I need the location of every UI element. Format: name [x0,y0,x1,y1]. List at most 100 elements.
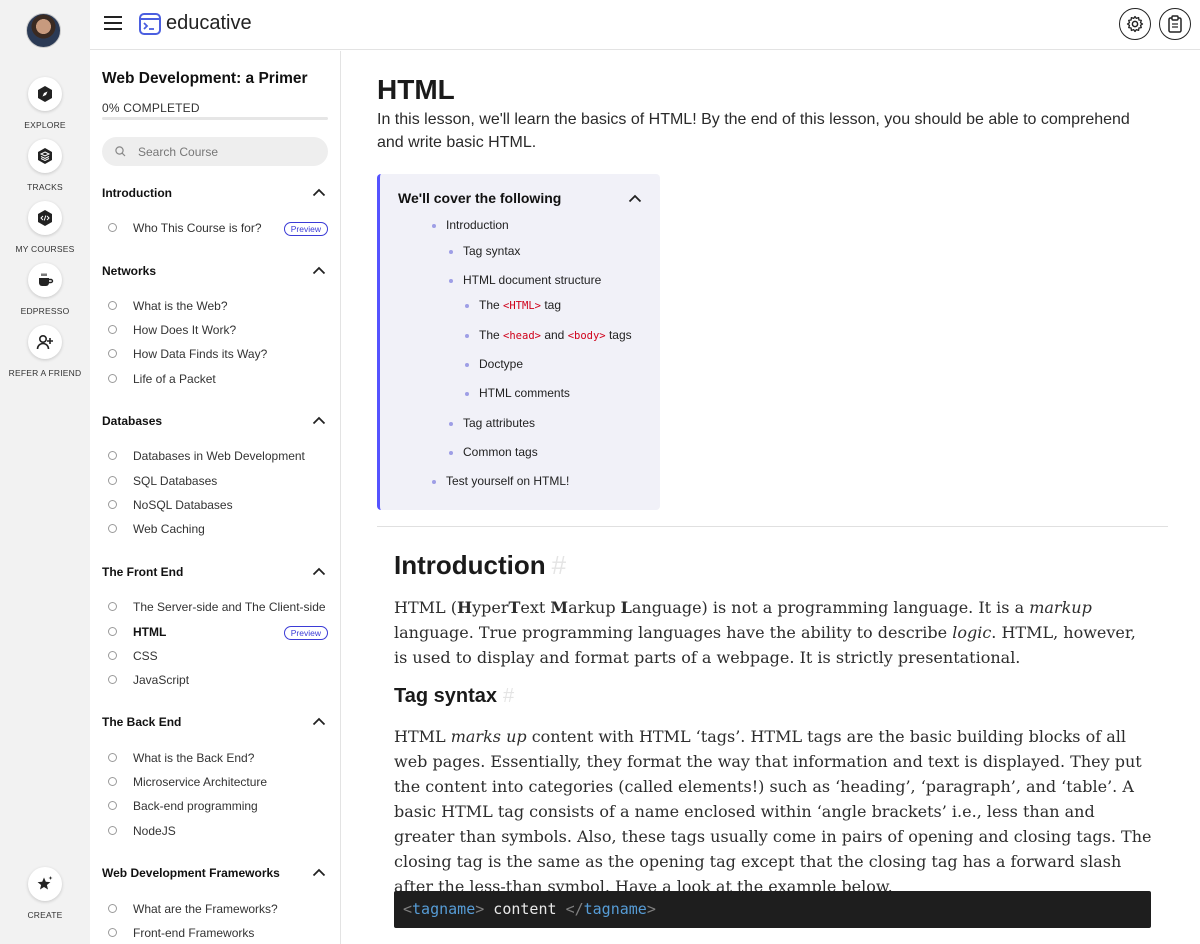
toc-link[interactable]: Tag attributes [448,416,535,430]
toc-link[interactable]: HTML comments [465,386,570,400]
section-title: Web Development Frameworks [102,866,280,880]
lesson-item[interactable]: JavaScript [102,670,328,690]
lesson-status-icon [108,627,117,636]
heading-text: Tag syntax [394,685,497,707]
lesson-item[interactable]: NodeJS [102,821,328,841]
lesson-item[interactable]: Web Caching [102,519,328,539]
search-box[interactable] [102,137,328,166]
text-run: H [456,598,473,617]
preview-badge: Preview [283,222,328,236]
toc-text: and [544,328,565,342]
toc-link[interactable]: The <HTML> tag [465,298,561,312]
rail-item-my-courses[interactable]: MY COURSES [0,201,90,254]
lesson-item[interactable]: Back-end programming [102,796,328,816]
lesson-item[interactable]: What is the Web? [102,296,328,316]
toc-link[interactable]: Doctype [464,357,523,371]
lesson-status-icon [108,325,117,334]
avatar[interactable] [26,13,61,48]
section-introduction[interactable]: Introduction [102,183,328,203]
lesson-label: Who This Course is for? [133,221,262,235]
lesson-status-icon [108,675,117,684]
section-back-end[interactable]: The Back End [102,712,328,732]
text-run: HTML ( [394,598,457,617]
lesson-item[interactable]: What is the Back End? [102,748,328,768]
notes-button[interactable] [1159,8,1191,40]
lesson-item[interactable]: How Data Finds its Way? [102,344,328,364]
lesson-status-icon [108,602,117,611]
lesson-item[interactable]: NoSQL Databases [102,495,328,515]
lesson-label: Front-end Frameworks [133,926,255,940]
chevron-up-icon[interactable] [312,266,326,275]
lesson-item[interactable]: Databases in Web Development [102,446,328,466]
chevron-up-icon[interactable] [312,188,326,197]
rail-item-edpresso[interactable]: EDPRESSO [0,263,90,316]
rail-label: EDPRESSO [20,306,70,316]
section-title: Introduction [102,186,172,200]
lesson-item[interactable]: SQL Databases [102,471,328,491]
layers-icon[interactable] [28,139,62,173]
section-title: Networks [102,264,157,278]
lesson-item[interactable]: CSS [102,646,328,666]
lesson-item[interactable]: Life of a Packet [102,369,328,389]
toc-link[interactable]: Common tags [449,445,538,459]
section-frameworks[interactable]: Web Development Frameworks [102,863,328,883]
lesson-status-icon [108,753,117,762]
lesson-item[interactable]: The Server-side and The Client-side [102,597,328,617]
toc-text: tags [608,328,632,342]
chevron-up-icon[interactable] [312,717,326,726]
rail-item-refer-a-friend[interactable]: REFER A FRIEND [0,325,90,378]
code-block[interactable]: <tagname> content </tagname> [394,891,1151,928]
star-icon[interactable] [28,867,62,901]
lesson-item[interactable]: How Does It Work? [102,320,328,340]
menu-icon[interactable] [104,16,122,30]
rail-label: TRACKS [27,182,63,192]
settings-button[interactable] [1119,8,1151,40]
lesson-label: Web Caching [133,522,205,536]
lesson-item-active[interactable]: HTML Preview [102,622,328,642]
rail-item-explore[interactable]: EXPLORE [0,77,90,130]
anchor-link[interactable]: # [503,685,514,707]
lesson-label: How Does It Work? [133,323,237,337]
rail-item-create[interactable]: CREATE [0,867,90,920]
section-networks[interactable]: Networks [102,261,328,281]
lesson-item[interactable]: What are the Frameworks? [102,899,328,919]
toc-link[interactable]: HTML document structure [448,273,601,287]
course-title[interactable]: Web Development: a Primer [102,70,308,88]
educative-logo-icon[interactable] [139,13,161,35]
compass-icon[interactable] [28,77,62,111]
lesson-label: The Server-side and The Client-side [133,600,326,614]
section-title: The Front End [102,565,184,579]
code-token: > [475,900,485,918]
rail-label: CREATE [27,910,63,920]
toc-link[interactable]: The <head> and <body> tags [465,328,632,342]
section-databases[interactable]: Databases [102,411,328,431]
text-run: markup [1029,598,1092,617]
toc-link[interactable]: Introduction [432,218,509,232]
lesson-item[interactable]: Microservice Architecture [102,772,328,792]
section-front-end[interactable]: The Front End [102,562,328,582]
toc-link[interactable]: Tag syntax [448,244,520,258]
toc-title[interactable]: We'll cover the following [398,190,561,206]
add-user-icon[interactable] [28,325,62,359]
lesson-status-icon [108,301,117,310]
lesson-item[interactable]: Who This Course is for? Preview [102,218,328,238]
lesson-status-icon [108,904,117,913]
lesson-status-icon [108,476,117,485]
coffee-icon[interactable] [28,263,62,297]
anchor-link[interactable]: # [552,550,566,580]
app-name[interactable]: educative [166,12,252,35]
chevron-up-icon[interactable] [312,567,326,576]
inline-code: <head> [503,330,541,342]
lesson-label: What is the Back End? [133,751,255,765]
lesson-status-icon [108,524,117,533]
chevron-up-icon[interactable] [312,416,326,425]
gear-icon [1126,15,1144,33]
chevron-up-icon[interactable] [312,868,326,877]
lesson-item[interactable]: Front-end Frameworks [102,923,328,943]
toc-link[interactable]: Test yourself on HTML! [431,474,569,488]
chevron-up-icon[interactable] [628,194,642,203]
search-input[interactable] [138,137,318,166]
rail-item-tracks[interactable]: TRACKS [0,139,90,192]
search-icon [115,146,126,157]
code-icon[interactable] [28,201,62,235]
